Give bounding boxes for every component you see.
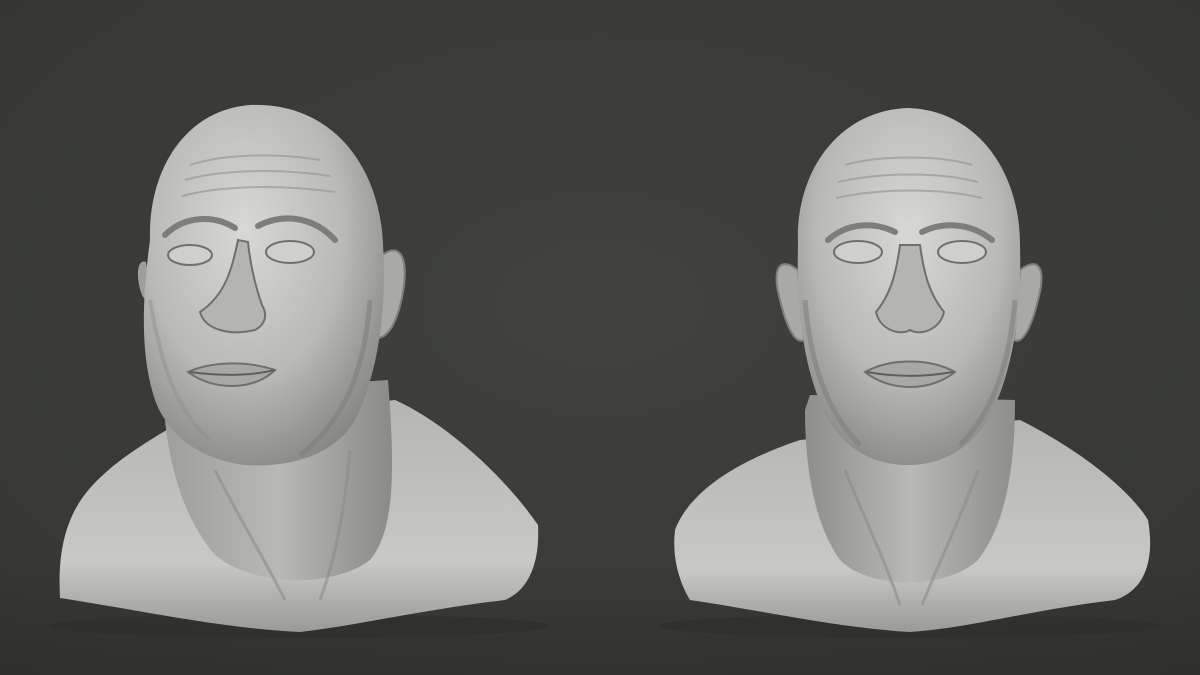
bust-three-quarter-view bbox=[0, 0, 600, 675]
eye bbox=[833, 240, 883, 264]
head bbox=[143, 104, 384, 466]
bust-front-svg bbox=[660, 108, 1160, 638]
eye bbox=[937, 240, 987, 264]
eye bbox=[167, 244, 213, 266]
bust-front-view bbox=[600, 0, 1200, 675]
sculpt-viewport bbox=[0, 0, 1200, 675]
bust-three-quarter-svg bbox=[50, 104, 550, 638]
eye bbox=[265, 240, 315, 264]
